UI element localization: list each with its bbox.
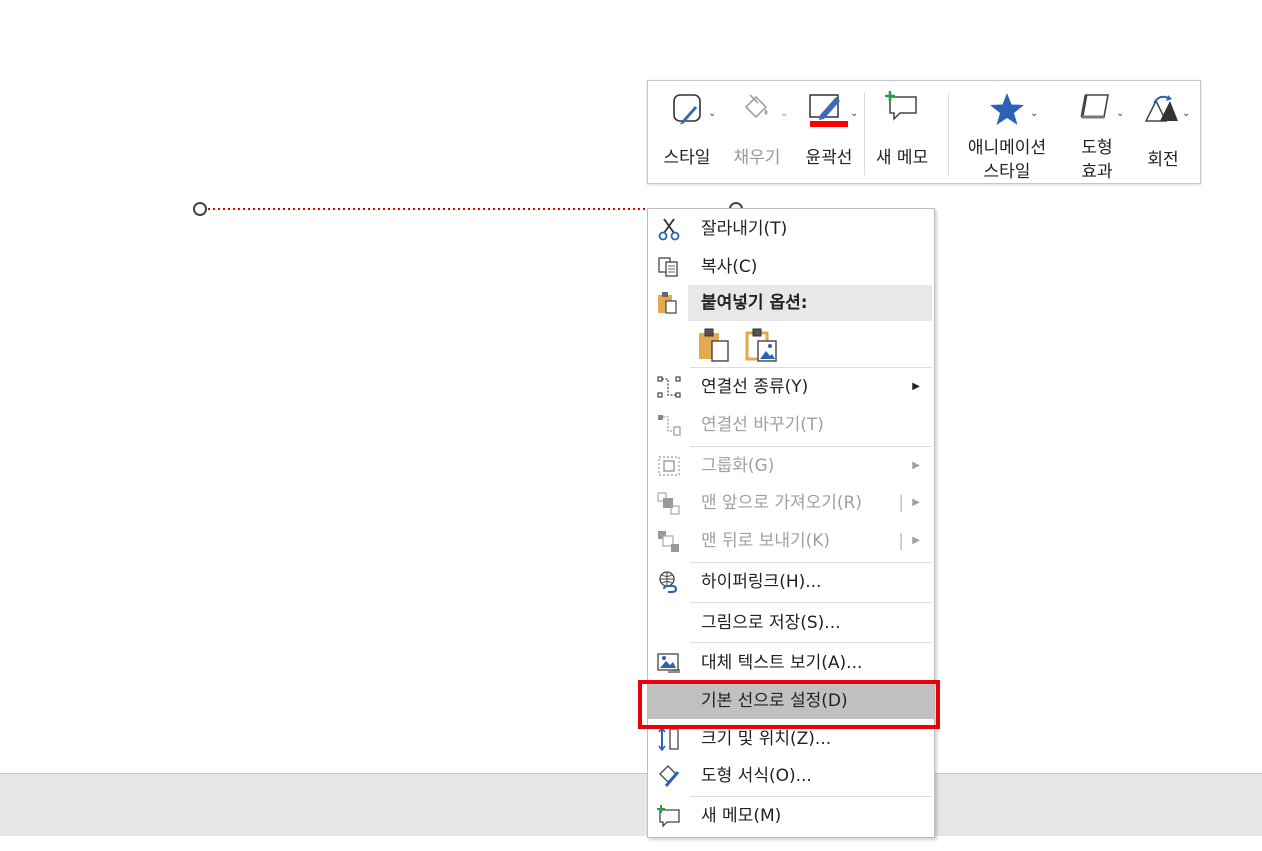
outline-label: 윤곽선 [805,148,853,168]
paste-options-row [692,325,932,365]
chevron-down-icon: ⌄ [850,108,859,119]
menu-separator [690,642,932,643]
format-shape-icon [659,765,680,787]
alt-text-icon [657,653,680,673]
paste-icon [658,292,677,314]
menu-item-send-to-back[interactable]: 맨 뒤로 보내기(K) | ▶ [648,523,934,559]
paint-bucket-icon [744,94,768,119]
paste-keep-source-icon[interactable] [696,327,732,363]
menu-item-connector-type[interactable]: 연결선 종류(Y) ▶ [648,369,934,405]
menu-item-label: 그룹화(G) [701,456,775,476]
context-menu: 잘라내기(T) 복사(C) 붙여넣기 옵션: 연결선 종류(Y) ▶ 연결선 바… [647,208,935,838]
send-to-back-icon [658,531,679,552]
style-label: 스타일 [663,148,711,168]
new-memo-label: 새 메모 [875,148,929,168]
connector-start-handle [193,202,207,216]
copy-icon [658,257,678,277]
chevron-down-icon: ⌄ [708,108,717,119]
split-divider: | [898,531,904,551]
bring-to-front-icon [657,492,680,515]
outline-button[interactable]: ⌄ 윤곽선 [796,89,862,177]
menu-item-hyperlink[interactable]: 하이퍼링크(H)... [648,564,934,600]
menu-item-copy[interactable]: 복사(C) [648,249,934,285]
menu-separator [690,602,932,603]
rotate-button[interactable]: ⌄ 회전 [1132,89,1194,177]
menu-item-label: 맨 뒤로 보내기(K) [701,531,831,551]
shape-style-icon [673,94,701,125]
chevron-down-icon: ⌄ [780,108,789,119]
menu-item-bring-to-front[interactable]: 맨 앞으로 가져오기(R) | ▶ [648,485,934,521]
style-button[interactable]: ⌄ 스타일 [656,89,718,177]
menu-item-label: 맨 앞으로 가져오기(R) [701,493,863,513]
connector-type-icon [657,376,681,398]
submenu-arrow-icon[interactable]: ▶ [912,523,920,559]
menu-item-save-as-picture[interactable]: 그림으로 저장(S)... [648,605,934,641]
menu-item-label: 대체 텍스트 보기(A)... [701,653,863,673]
menu-item-new-memo[interactable]: 새 메모(M) [648,798,934,834]
menu-separator [690,446,932,447]
submenu-arrow-icon: ▶ [912,460,920,471]
chevron-down-icon: ⌄ [1182,108,1191,119]
menu-item-alt-text[interactable]: 대체 텍스트 보기(A)... [648,645,934,681]
mini-toolbar: ⌄ 스타일 ⌄ 채우기 ⌄ 윤곽선 새 메모 ⌄ 애니메이션 스타일 ⌄ 도형 … [647,80,1201,184]
chevron-down-icon: ⌄ [1116,108,1125,119]
size-position-icon [658,727,679,751]
new-comment-icon [885,91,917,121]
notes-area [0,836,1262,851]
menu-item-cut[interactable]: 잘라내기(T) [648,211,934,247]
menu-item-label: 하이퍼링크(H)... [701,572,822,592]
shape-effect-button[interactable]: ⌄ 도형 효과 [1066,89,1128,182]
menu-item-label: 도형 서식(O)... [701,766,812,786]
animation-style-label-2: 스타일 [983,162,1031,182]
paste-options-label: 붙여넣기 옵션: [701,293,808,313]
menu-item-label: 새 메모(M) [701,806,782,826]
submenu-arrow-icon: ▶ [912,381,920,392]
toolbar-divider [948,93,949,175]
new-comment-icon [657,805,680,828]
reroute-connector-icon [658,415,681,436]
paste-options-header: 붙여넣기 옵션: [688,285,932,321]
scissors-icon [658,218,680,241]
menu-item-label: 그림으로 저장(S)... [701,613,841,633]
menu-separator [690,796,932,797]
fill-label: 채우기 [733,148,781,168]
menu-item-label: 연결선 종류(Y) [701,377,809,397]
menu-item-label: 연결선 바꾸기(T) [701,415,824,435]
paste-as-picture-icon[interactable] [744,327,780,363]
new-memo-button[interactable]: 새 메모 [868,89,936,177]
star-icon [990,93,1024,125]
fill-button[interactable]: ⌄ 채우기 [724,89,790,177]
animation-style-button[interactable]: ⌄ 애니메이션 스타일 [954,89,1060,182]
menu-item-reroute-connector[interactable]: 연결선 바꾸기(T) [648,407,934,443]
menu-separator [690,367,932,368]
shape-effect-label-1: 도형 [1081,138,1113,158]
group-icon [658,456,680,476]
menu-item-label: 잘라내기(T) [701,219,788,239]
chevron-down-icon: ⌄ [1030,108,1039,119]
rotate-label: 회전 [1147,150,1179,170]
status-area [0,773,1262,837]
menu-separator [690,562,932,563]
menu-item-format-shape[interactable]: 도형 서식(O)... [648,758,934,794]
split-divider: | [898,493,904,513]
menu-item-label: 복사(C) [701,257,758,277]
highlight-annotation-box [638,680,940,729]
menu-item-group[interactable]: 그룹화(G) ▶ [648,448,934,484]
toolbar-divider [864,93,865,175]
rotate-icon [1144,95,1178,122]
submenu-arrow-icon[interactable]: ▶ [912,485,920,521]
shape-effects-icon [1080,94,1109,119]
animation-style-label-1: 애니메이션 [967,138,1047,158]
menu-item-paste-options-row: 붙여넣기 옵션: [648,285,934,321]
hyperlink-globe-icon [659,571,678,593]
shape-effect-label-2: 효과 [1081,162,1113,182]
pencil-outline-icon [809,94,848,127]
